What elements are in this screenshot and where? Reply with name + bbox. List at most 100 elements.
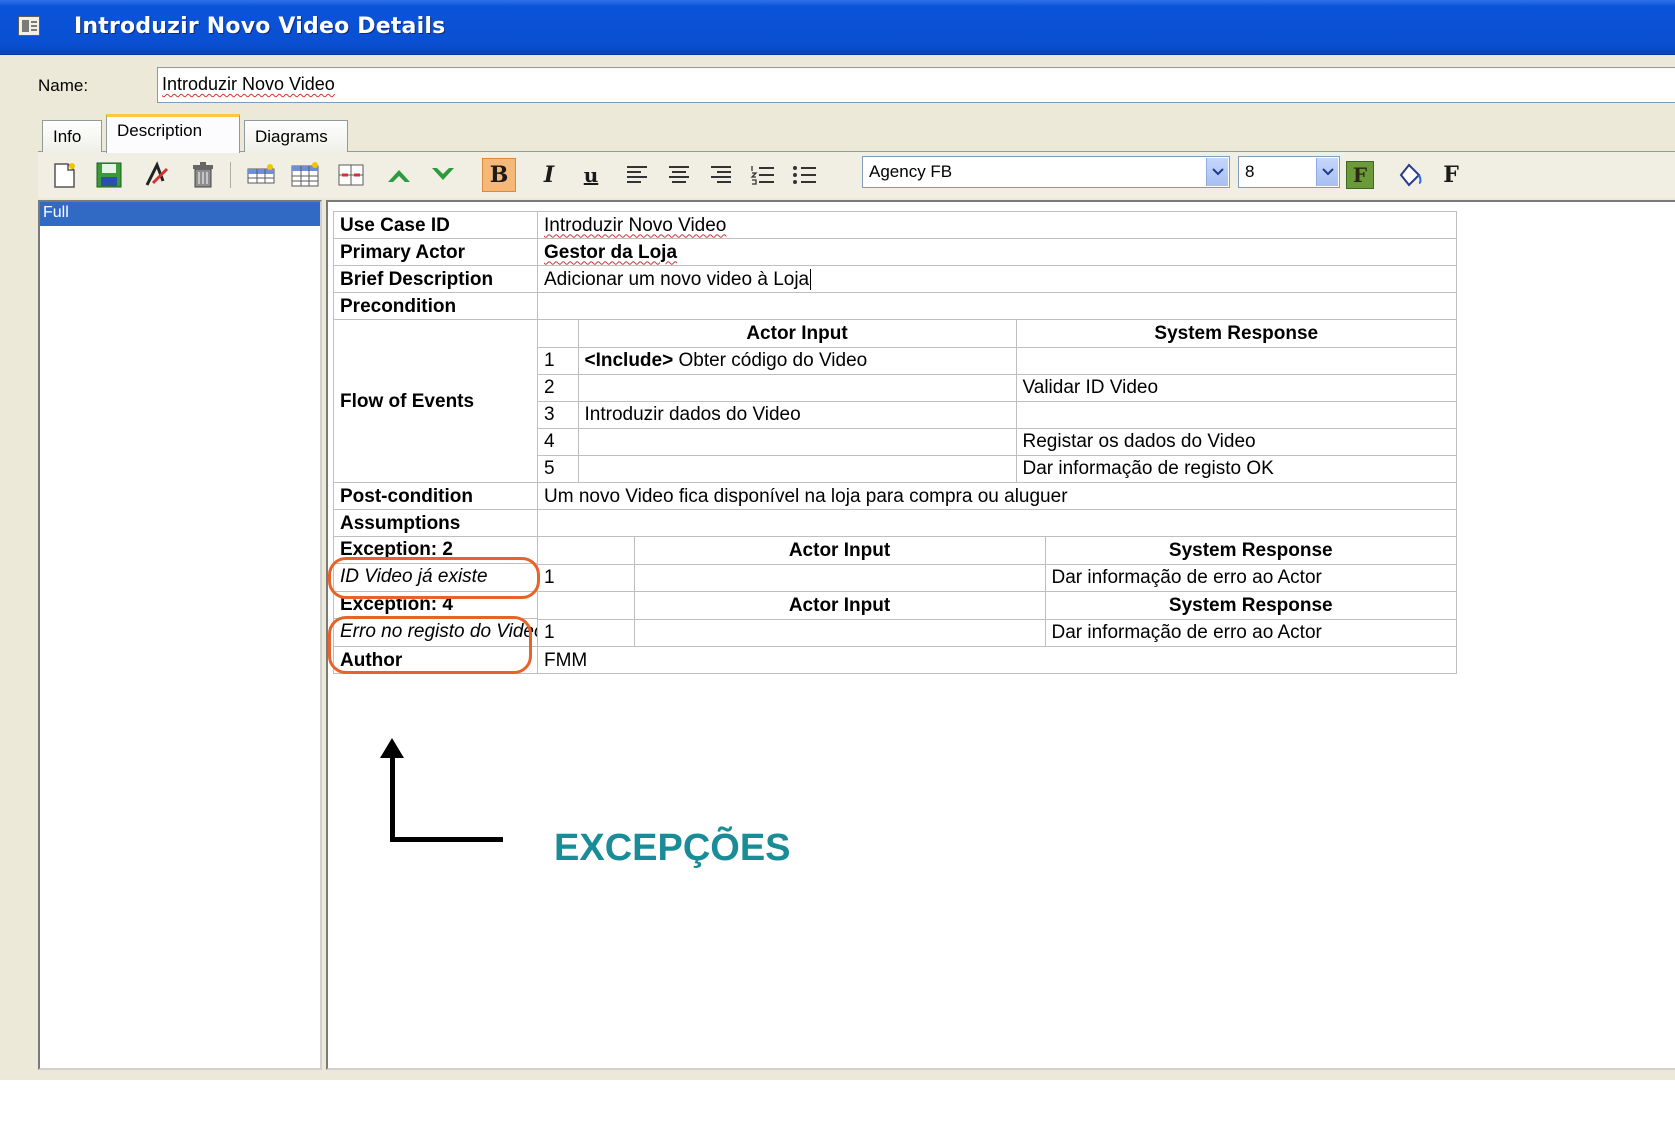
system-response-header: System Response (1044, 592, 1456, 620)
post-condition-value[interactable]: Um novo Video fica disponível na loja pa… (537, 482, 1457, 510)
split-cells-icon[interactable] (336, 160, 366, 190)
tab-description[interactable]: Description (106, 114, 240, 153)
system-response-cell[interactable]: Validar ID Video (1015, 373, 1456, 402)
table-row: Flow of Events Actor Input System Respon… (333, 319, 1457, 483)
primary-actor-text: Gestor da Loja (544, 241, 678, 263)
system-response-cell[interactable] (1015, 346, 1456, 375)
table-row: 5 Dar informação de registo OK (538, 454, 1456, 482)
italic-icon[interactable]: I (534, 160, 564, 190)
bold-icon[interactable]: B (482, 158, 516, 192)
flow-of-events-label: Flow of Events (333, 319, 538, 483)
use-case-id-text: Introduzir Novo Video (544, 214, 727, 236)
system-response-cell[interactable]: Dar informação de registo OK (1015, 454, 1456, 482)
actor-input-cell[interactable] (633, 563, 1046, 591)
actor-input-cell[interactable]: <Include> Obter código do Video (577, 346, 1017, 375)
table-row: 1 <Include> Obter código do Video (538, 346, 1456, 375)
actor-input-cell[interactable] (633, 618, 1046, 646)
actor-input-header: Actor Input (633, 592, 1046, 620)
flow-of-events-cell[interactable]: Actor Input System Response 1 <Include> … (537, 319, 1457, 483)
exceptions-annotation: EXCEPÇÕES (554, 827, 791, 869)
exception-2-cell[interactable]: Actor Input System Response 1 Dar inform… (537, 536, 1457, 592)
primary-actor-label: Primary Actor (333, 238, 538, 266)
chevron-down-icon[interactable] (1206, 158, 1228, 186)
actor-input-cell[interactable] (577, 427, 1017, 456)
step-number: 1 (538, 563, 635, 591)
exception-2-table: Actor Input System Response 1 Dar inform… (538, 537, 1456, 591)
numbered-list-icon[interactable] (748, 160, 778, 190)
exception-highlight-oval (328, 557, 540, 599)
system-response-cell[interactable]: Registar os dados do Video (1015, 427, 1456, 456)
exception-highlight-oval (328, 616, 532, 674)
table-row: Primary Actor Gestor da Loja (333, 238, 1457, 266)
toolbar-separator (230, 162, 231, 188)
table-row: Actor Input System Response (538, 592, 1456, 620)
step-number-header (538, 537, 635, 565)
step-number: 3 (538, 400, 579, 429)
font-color-icon[interactable]: F (1346, 161, 1374, 189)
tab-info[interactable]: Info (42, 120, 102, 152)
assumptions-label: Assumptions (333, 509, 538, 537)
brief-description-text: Adicionar um novo video à Loja (544, 268, 810, 290)
table-row: Brief Description Adicionar um novo vide… (333, 265, 1457, 293)
spell-check-icon[interactable] (142, 160, 172, 190)
font-family-select[interactable]: Agency FB (862, 156, 1230, 188)
name-input[interactable]: Introduzir Novo Video (157, 67, 1675, 103)
table-row: 3 Introduzir dados do Video (538, 400, 1456, 429)
precondition-label: Precondition (333, 292, 538, 320)
chevron-down-icon[interactable] (1316, 158, 1338, 186)
system-response-cell[interactable]: Dar informação de erro ao Actor (1044, 618, 1456, 646)
arrow-shaft (390, 754, 395, 842)
text-cursor (810, 268, 812, 290)
step-number: 2 (538, 373, 579, 402)
assumptions-value[interactable] (537, 509, 1457, 537)
table-row: Actor Input System Response (538, 320, 1456, 348)
font-icon[interactable]: F (1436, 160, 1466, 190)
arrow-shaft (390, 837, 503, 842)
align-right-icon[interactable] (706, 160, 736, 190)
system-response-cell[interactable]: Dar informação de erro ao Actor (1044, 563, 1456, 591)
align-left-icon[interactable] (622, 160, 652, 190)
new-doc-icon[interactable] (50, 160, 80, 190)
bullet-list-icon[interactable] (790, 160, 820, 190)
brief-description-value[interactable]: Adicionar um novo video à Loja (537, 265, 1457, 293)
insert-row-icon[interactable] (246, 160, 276, 190)
post-condition-label: Post-condition (333, 482, 538, 510)
move-up-icon[interactable] (384, 160, 414, 190)
actor-input-cell[interactable]: Introduzir dados do Video (577, 400, 1017, 429)
brief-description-label: Brief Description (333, 265, 538, 293)
tab-diagrams[interactable]: Diagrams (244, 120, 348, 152)
window-title: Introduzir Novo Video Details (74, 14, 446, 39)
include-tag: <Include> (584, 350, 674, 371)
precondition-value[interactable] (537, 292, 1457, 320)
insert-table-icon[interactable] (290, 160, 320, 190)
flow-of-events-table: Actor Input System Response 1 <Include> … (538, 320, 1456, 482)
exception-4-cell[interactable]: Actor Input System Response 1 Dar inform… (537, 591, 1457, 647)
primary-actor-value[interactable]: Gestor da Loja (537, 238, 1457, 266)
use-case-table: Use Case ID Introduzir Novo Video Primar… (333, 211, 1457, 674)
table-row: Actor Input System Response (538, 537, 1456, 565)
font-size-select[interactable]: 8 (1238, 156, 1340, 188)
move-down-icon[interactable] (428, 160, 458, 190)
actor-input-cell[interactable] (577, 454, 1017, 482)
title-bar[interactable]: Introduzir Novo Video Details (0, 0, 1675, 55)
name-label: Name: (38, 76, 89, 95)
table-row: Assumptions (333, 509, 1457, 537)
actor-input-text: Obter código do Video (673, 350, 868, 371)
align-center-icon[interactable] (664, 160, 694, 190)
save-icon[interactable] (94, 160, 124, 190)
list-item-full[interactable]: Full (40, 202, 320, 226)
underline-icon[interactable]: u (576, 160, 606, 190)
delete-icon[interactable] (188, 160, 218, 190)
exception-4-table: Actor Input System Response 1 Dar inform… (538, 592, 1456, 646)
author-value[interactable]: FMM (537, 646, 1457, 674)
fill-color-icon[interactable] (1394, 160, 1424, 190)
details-window: Introduzir Novo Video Details Name: Intr… (0, 0, 1675, 1080)
use-case-id-value[interactable]: Introduzir Novo Video (537, 211, 1457, 239)
system-response-cell[interactable] (1015, 400, 1456, 429)
actor-input-cell[interactable] (577, 373, 1017, 402)
view-list-panel[interactable]: Full (38, 200, 322, 1070)
step-number-header (538, 592, 635, 620)
actor-input-header: Actor Input (577, 320, 1017, 348)
step-number: 4 (538, 427, 579, 456)
step-number: 5 (538, 454, 579, 482)
